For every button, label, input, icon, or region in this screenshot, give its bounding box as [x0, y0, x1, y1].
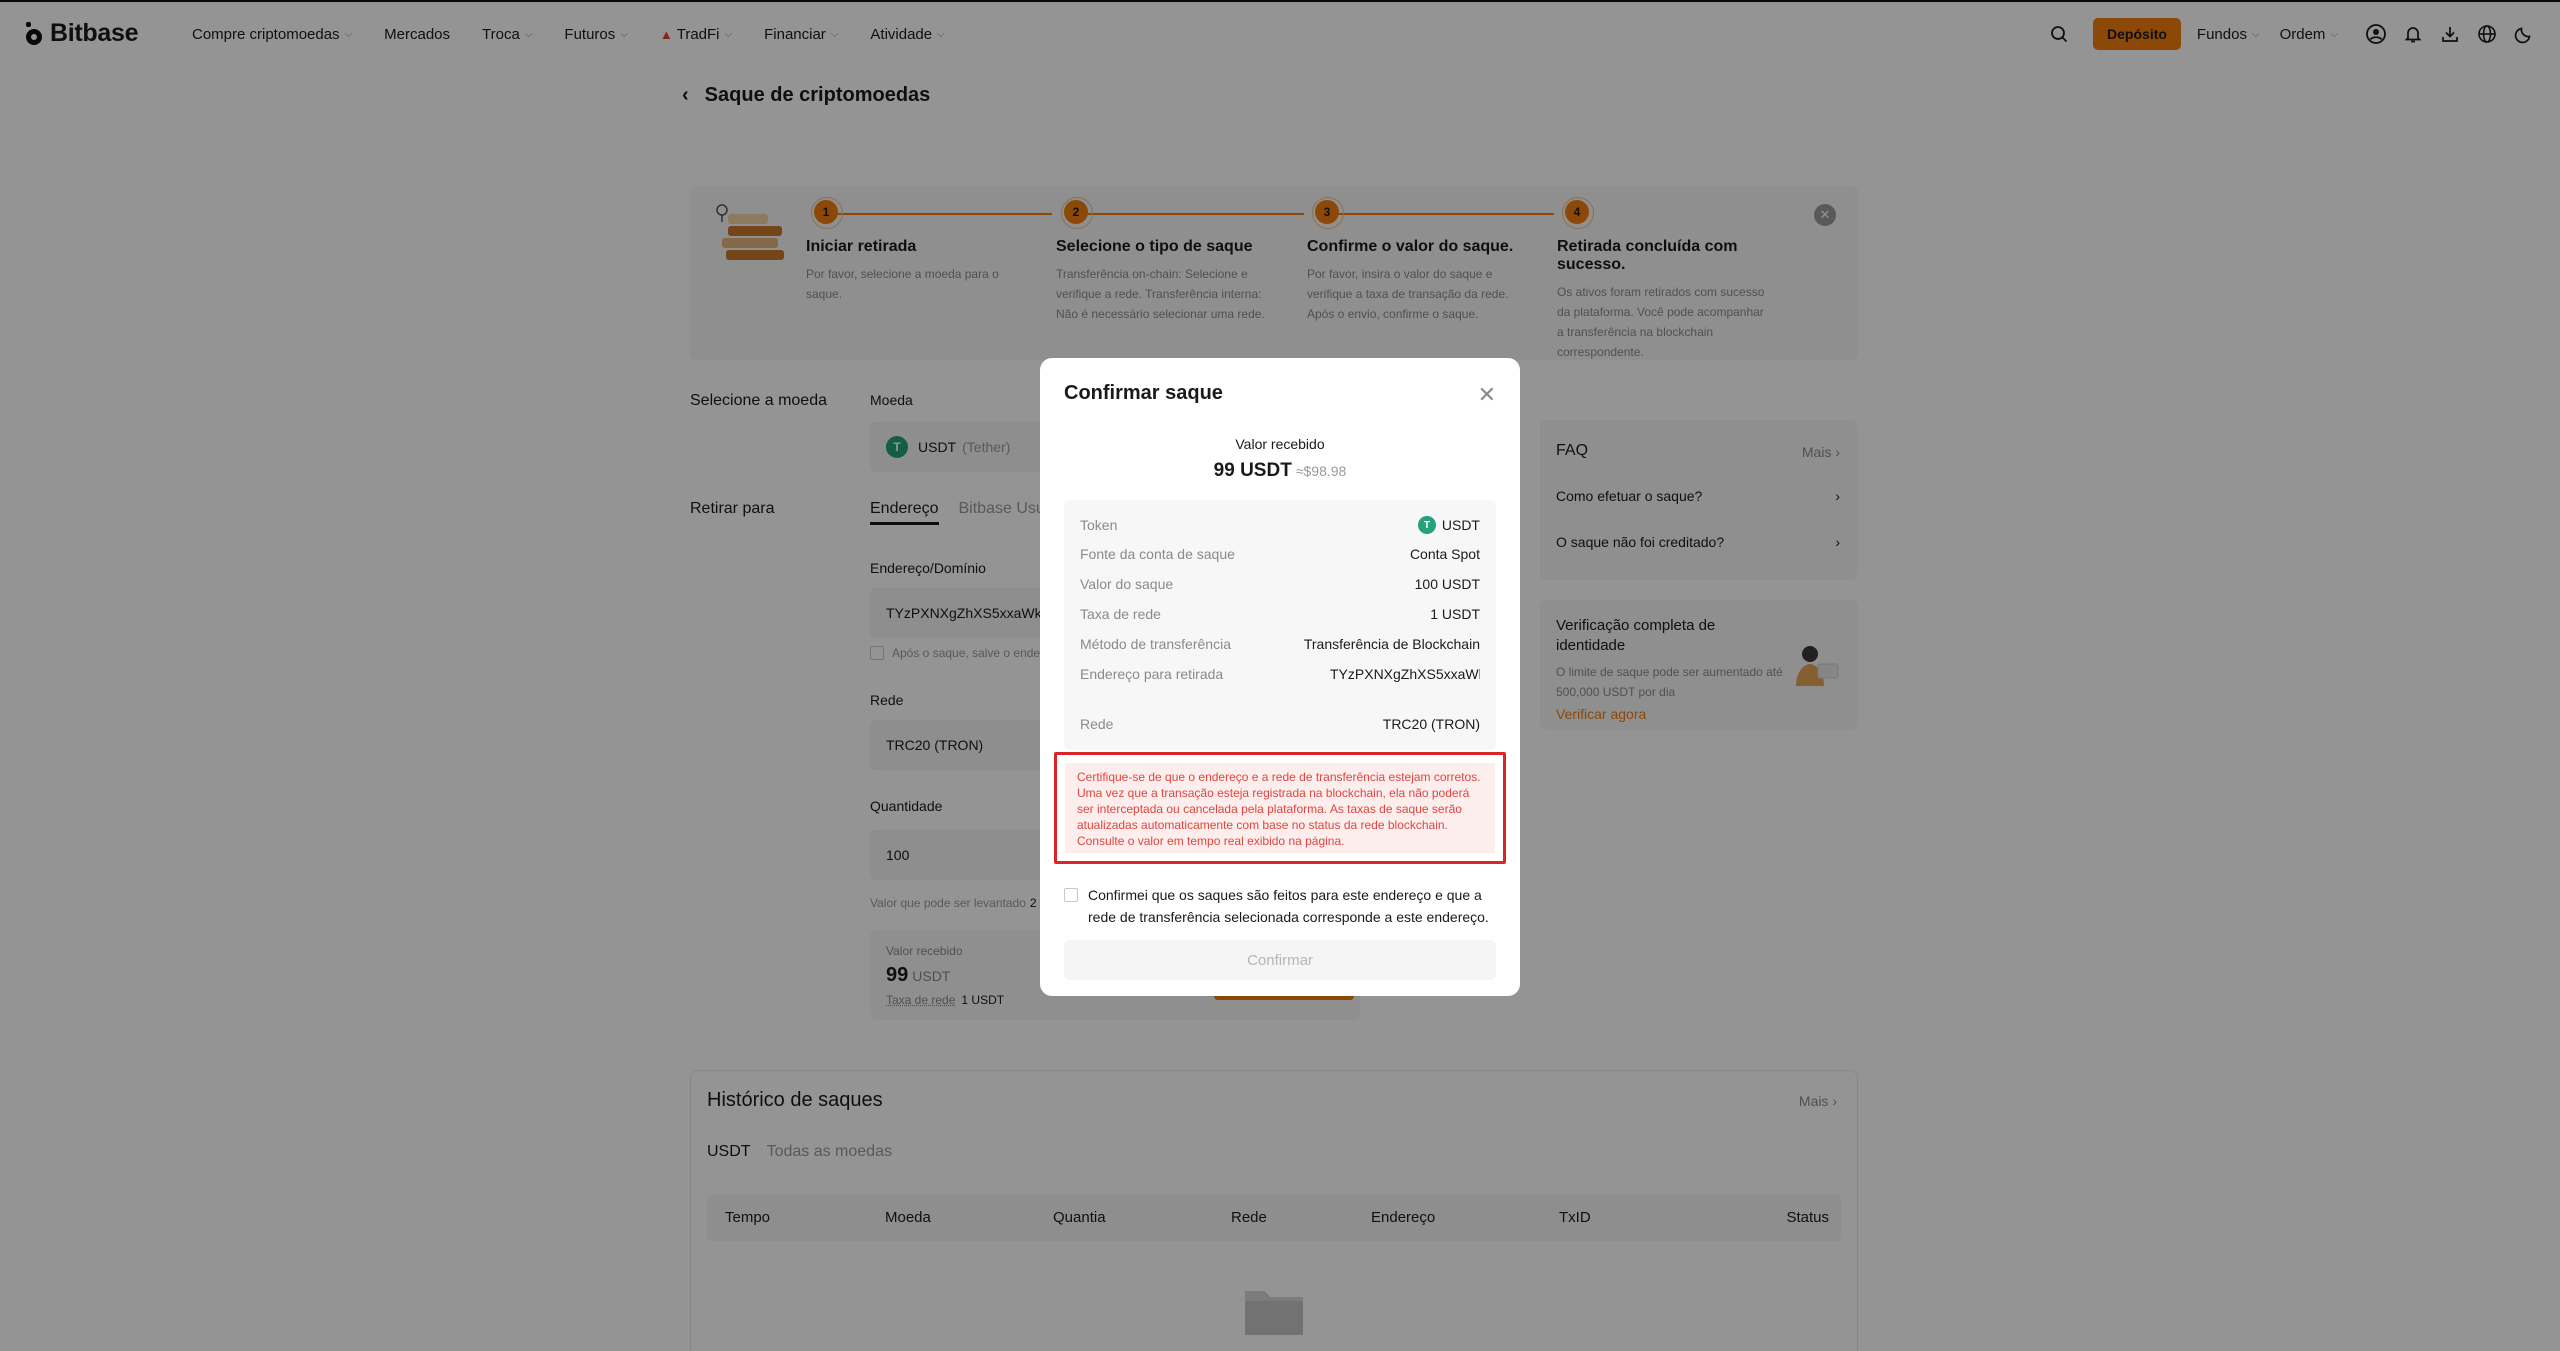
tether-icon: T	[1417, 516, 1436, 534]
received-amount-label: Valor recebido	[1235, 436, 1325, 452]
confirm-address-text: Confirmei que os saques são feitos para …	[1088, 887, 1489, 925]
withdraw-address-value: TYzPXNXgZhXS5xxaWk	[1330, 666, 1480, 682]
confirm-button[interactable]: Confirmar	[1064, 940, 1496, 980]
warning-message: Certifique-se de que o endereço e a rede…	[1065, 763, 1495, 853]
detail-row: Método de transferência Transferência de…	[1080, 636, 1480, 652]
modal-title: Confirmar saque	[1064, 382, 1223, 404]
confirm-withdraw-modal: Confirmar saque ✕ Valor recebido 99 USDT…	[1040, 358, 1520, 996]
detail-row: Taxa de rede 1 USDT	[1080, 606, 1480, 622]
warning-highlight: Certifique-se de que o endereço e a rede…	[1054, 752, 1506, 864]
confirm-address-option[interactable]: Confirmei que os saques são feitos para …	[1064, 884, 1500, 928]
detail-row: Rede TRC20 (TRON)	[1080, 716, 1480, 732]
detail-row: Fonte da conta de saque Conta Spot	[1080, 546, 1480, 562]
confirm-address-checkbox[interactable]	[1064, 888, 1078, 902]
withdraw-details: Token T USDT Fonte da conta de saque Cont…	[1064, 500, 1496, 750]
detail-row: Valor do saque 100 USDT	[1080, 576, 1480, 592]
detail-row: Token T USDT	[1080, 516, 1480, 534]
received-amount-value: 99 USDT ≈$98.98	[1213, 460, 1347, 481]
detail-row: Endereço para retirada TYzPXNXgZhXS5xxaW…	[1080, 666, 1480, 682]
close-icon[interactable]: ✕	[1478, 384, 1496, 406]
